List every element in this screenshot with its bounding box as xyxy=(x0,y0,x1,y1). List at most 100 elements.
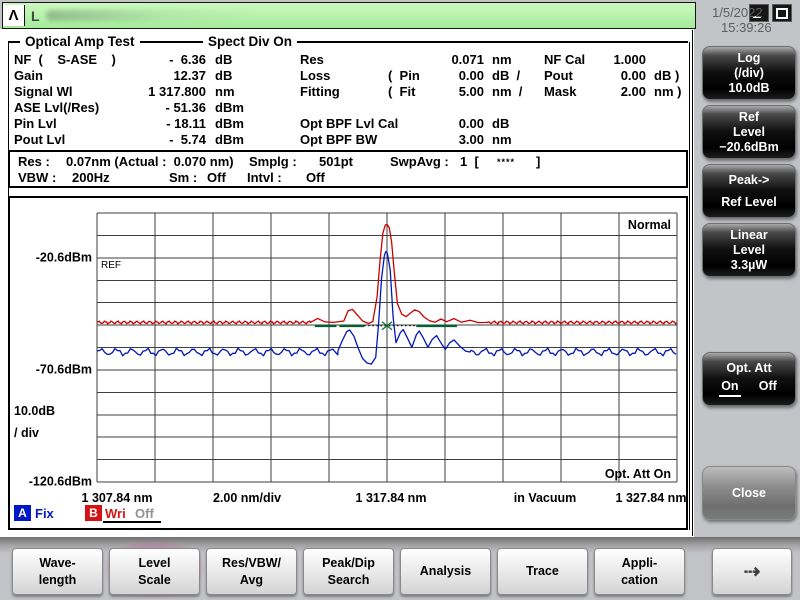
normal-mode-label: Normal xyxy=(628,218,671,232)
param-label: Gain xyxy=(14,68,142,84)
param-value-2 xyxy=(596,100,646,116)
param-unit: dB xyxy=(215,68,232,84)
swpavg-stars: **** xyxy=(497,157,515,167)
param-label: Res xyxy=(300,52,388,68)
linear-button-line3: 3.3µW xyxy=(703,258,795,273)
menu-more-button[interactable]: ⇢ xyxy=(712,548,792,595)
param-row: Res0.071nmNF Cal1.000 xyxy=(300,52,681,68)
param-unit: dBm xyxy=(215,100,244,116)
param-value-2 xyxy=(596,116,646,132)
brand-logo-icon: Λ xyxy=(3,5,25,26)
param-value-2: 2.00 xyxy=(596,84,646,100)
param-row: Pin Lvl- 18.11dBm xyxy=(14,116,244,132)
param-value-2: 0.00 xyxy=(596,68,646,84)
log-button-line2: (/div) xyxy=(703,66,795,81)
param-label-2 xyxy=(544,132,596,148)
opt-att-off-option[interactable]: Off xyxy=(757,379,779,397)
param-label: Opt BPF BW xyxy=(300,132,388,148)
vbw-value: 200Hz xyxy=(72,170,110,185)
active-trace-underline xyxy=(103,521,161,523)
peak-button-line1: Peak-> xyxy=(703,169,795,191)
param-row: ASE Lvl(/Res)- 51.36dBm xyxy=(14,100,244,116)
sm-value: Off xyxy=(207,170,226,185)
time-text: 15:39:26 xyxy=(712,20,772,35)
param-value: 0.00 xyxy=(444,68,484,84)
menu-item-label: Level xyxy=(110,555,199,572)
param-paren xyxy=(388,116,444,132)
param-value: 5.00 xyxy=(444,84,484,100)
ref-marker-label: REF xyxy=(101,260,121,271)
param-row: Gain12.37dB xyxy=(14,68,244,84)
menu-item-application[interactable]: Appli-cation xyxy=(594,548,685,595)
sm-label: Sm : xyxy=(169,170,197,185)
opt-att-toggle[interactable]: Opt. Att On Off xyxy=(702,352,796,406)
close-button-label: Close xyxy=(703,486,795,501)
param-unit: nm xyxy=(215,84,235,100)
menu-item-label: length xyxy=(13,572,102,589)
menu-item-label: Avg xyxy=(207,572,296,589)
param-label: Pout Lvl xyxy=(14,132,142,148)
date-text: 1/5/2022 xyxy=(712,5,772,20)
ref-button-line3: −20.6dBm xyxy=(703,140,795,155)
menu-item-trace[interactable]: Trace xyxy=(497,548,588,595)
x-axis-label-center: 1 317.84 nm xyxy=(356,491,427,505)
ref-level-button[interactable]: Ref Level −20.6dBm xyxy=(702,105,796,159)
smplg-label: Smplg : xyxy=(249,154,297,169)
menu-item-analysis[interactable]: Analysis xyxy=(400,548,491,595)
param-unit: nm / xyxy=(492,84,544,100)
x-axis-label-span: 2.00 nm/div xyxy=(213,491,281,505)
peak-to-ref-level-button[interactable]: Peak-> Ref Level xyxy=(702,164,796,218)
param-label: ASE Lvl(/Res) xyxy=(14,100,142,116)
param-label: Loss xyxy=(300,68,388,84)
param-unit-2: nm ) xyxy=(654,84,681,100)
param-row: Opt BPF BW3.00nm xyxy=(300,132,681,148)
frame-line xyxy=(692,30,693,536)
spectrum-chart: -20.6dBm-70.6dBm-120.6dBm10.0dB/ divREFN… xyxy=(10,198,686,528)
analysis-results-right: Res0.071nmNF Cal1.000Loss( Pin0.00dB /Po… xyxy=(300,52,681,148)
x-axis-label-medium: in Vacuum xyxy=(514,491,577,505)
group-legend-spectdiv: Spect Div On xyxy=(203,34,297,49)
param-unit: dB xyxy=(492,116,544,132)
param-paren: ( Fit xyxy=(388,84,444,100)
param-row: Opt BPF Lvl Cal0.00dB xyxy=(300,116,681,132)
log-per-div-button[interactable]: Log (/div) 10.0dB xyxy=(702,46,796,100)
param-paren xyxy=(388,100,444,116)
window-title-smudge xyxy=(46,10,256,21)
param-row: Fitting( Fit5.00nm /Mask2.00nm ) xyxy=(300,84,681,100)
res-value: 0.07nm (Actual : 0.070 nm) xyxy=(66,154,234,169)
param-unit-2: dB ) xyxy=(654,68,679,84)
close-button[interactable]: Close xyxy=(702,466,796,520)
param-label xyxy=(300,100,388,116)
param-value: 1 317.800 xyxy=(142,84,206,100)
swpavg-value: 1 [ xyxy=(460,154,479,169)
menu-item-peak-dip-search[interactable]: Peak/DipSearch xyxy=(303,548,394,595)
param-value-2: 1.000 xyxy=(596,52,646,68)
x-axis-label-start: 1 307.84 nm xyxy=(82,491,153,505)
menu-item-res-vbw-avg[interactable]: Res/VBW/Avg xyxy=(206,548,297,595)
maximize-button[interactable] xyxy=(772,4,792,22)
log-button-line1: Log xyxy=(703,51,795,66)
log-button-line3: 10.0dB xyxy=(703,81,795,96)
scale-per-div-label: 10.0dB xyxy=(14,404,55,418)
param-paren xyxy=(388,132,444,148)
param-paren: ( Pin xyxy=(388,68,444,84)
param-label-2 xyxy=(544,116,596,132)
linear-level-button[interactable]: Linear Level 3.3µW xyxy=(702,223,796,277)
opt-att-label: Opt. Att xyxy=(703,361,795,376)
menu-item-level-scale[interactable]: LevelScale xyxy=(109,548,200,595)
intvl-value: Off xyxy=(306,170,325,185)
menu-item-label: Search xyxy=(304,572,393,589)
spectrum-chart-box: -20.6dBm-70.6dBm-120.6dBm10.0dB/ divREFN… xyxy=(8,196,688,530)
peak-button-line2: Ref Level xyxy=(703,191,795,213)
menu-item-wavelength[interactable]: Wave-length xyxy=(12,548,103,595)
param-value: - 6.36 xyxy=(142,52,206,68)
param-unit: nm xyxy=(492,52,544,68)
menu-item-label: Analysis xyxy=(401,563,490,580)
ref-button-line1: Ref xyxy=(703,110,795,125)
sweep-status-bar: Res : 0.07nm (Actual : 0.070 nm) Smplg :… xyxy=(8,150,688,188)
opt-att-on-option[interactable]: On xyxy=(719,379,740,397)
param-label: Signal Wl xyxy=(14,84,142,100)
menu-item-label: Peak/Dip xyxy=(304,555,393,572)
param-label-2 xyxy=(544,100,596,116)
linear-button-line2: Level xyxy=(703,243,795,258)
